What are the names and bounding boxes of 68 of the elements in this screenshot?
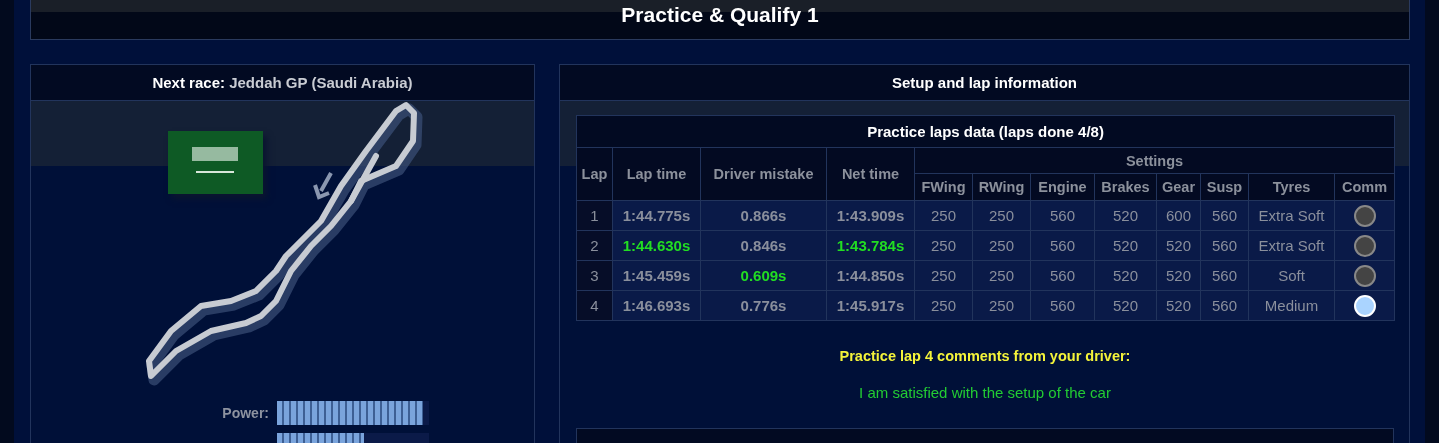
table-cell: 560 (1050, 237, 1075, 254)
table-cell: 2 (590, 237, 599, 254)
setup-heading: Setup and lap information (892, 74, 1077, 91)
table-cell: 1:44.630s (622, 237, 691, 254)
table-cell: 1:44.850s (836, 267, 905, 284)
table-cell: 0.776s (740, 297, 787, 314)
table-cell: 3 (590, 267, 599, 284)
table-cell: 250 (931, 267, 956, 284)
column-header: Gear (1161, 179, 1196, 195)
table-cell: 560 (1212, 267, 1237, 284)
table-cell: 520 (1113, 207, 1138, 224)
table-cell: 4 (590, 297, 599, 314)
column-header: FWing (921, 179, 966, 195)
table-cell: 1:46.693s (622, 297, 691, 314)
column-header: RWing (978, 179, 1025, 195)
table-caption: Practice laps data (laps done 4/8) (867, 123, 1104, 140)
table-cell: 250 (931, 297, 956, 314)
table-cell: 250 (989, 267, 1014, 284)
table-cell: 0.609s (740, 267, 787, 284)
column-header: Tyres (1272, 179, 1311, 195)
table-cell: 250 (989, 207, 1014, 224)
comment-radio[interactable] (1353, 204, 1376, 227)
column-header: Comm (1341, 179, 1388, 195)
comments-heading: Practice lap 4 comments from your driver: (838, 348, 1132, 364)
table-cell: 560 (1050, 297, 1075, 314)
table-cell: 0.866s (740, 207, 787, 224)
table-cell: 250 (931, 207, 956, 224)
table-cell: 250 (989, 297, 1014, 314)
column-group-header: Settings (1125, 152, 1184, 169)
table-cell: 520 (1166, 297, 1191, 314)
comment-radio[interactable] (1353, 264, 1376, 287)
table-cell: 600 (1166, 207, 1191, 224)
column-header: Driver mistake (713, 166, 814, 182)
table-cell: 560 (1212, 237, 1237, 254)
table-cell: 1:43.909s (836, 207, 905, 224)
page-title: Practice & Qualify 1 (621, 2, 819, 28)
table-cell: 1:44.775s (622, 207, 691, 224)
table-cell: Soft (1278, 267, 1305, 284)
table-cell: 520 (1166, 237, 1191, 254)
table-cell: 1 (590, 207, 599, 224)
table-cell: 520 (1113, 267, 1138, 284)
table-cell: 560 (1212, 207, 1237, 224)
table-cell: 520 (1113, 297, 1138, 314)
column-header: Lap time (626, 166, 687, 182)
table-cell: Extra Soft (1258, 237, 1325, 254)
table-cell: 520 (1113, 237, 1138, 254)
column-header: Net time (841, 166, 900, 182)
table-cell: 250 (989, 237, 1014, 254)
meter-label: Power: (221, 405, 270, 421)
column-header: Susp (1206, 179, 1243, 195)
column-header: Brakes (1101, 179, 1150, 195)
table-cell: 1:45.917s (836, 297, 905, 314)
table-cell: 0.846s (740, 237, 787, 254)
table-cell: 560 (1212, 297, 1237, 314)
table-cell: 520 (1166, 267, 1191, 284)
table-cell: 1:45.459s (622, 267, 691, 284)
driver-comment: I am satisfied with the setup of the car (858, 384, 1112, 401)
comment-radio[interactable] (1353, 234, 1376, 257)
table-cell: 1:43.784s (836, 237, 905, 254)
table-cell: Extra Soft (1258, 207, 1325, 224)
flag-icon (168, 131, 263, 194)
table-cell: 560 (1050, 267, 1075, 284)
column-header: Engine (1038, 179, 1087, 195)
column-header: Lap (581, 166, 608, 182)
table-cell: 250 (931, 237, 956, 254)
table-cell: Medium (1264, 297, 1319, 314)
next-race-heading: Next race: Jeddah GP (Saudi Arabia) (152, 74, 413, 91)
table-cell: 560 (1050, 207, 1075, 224)
